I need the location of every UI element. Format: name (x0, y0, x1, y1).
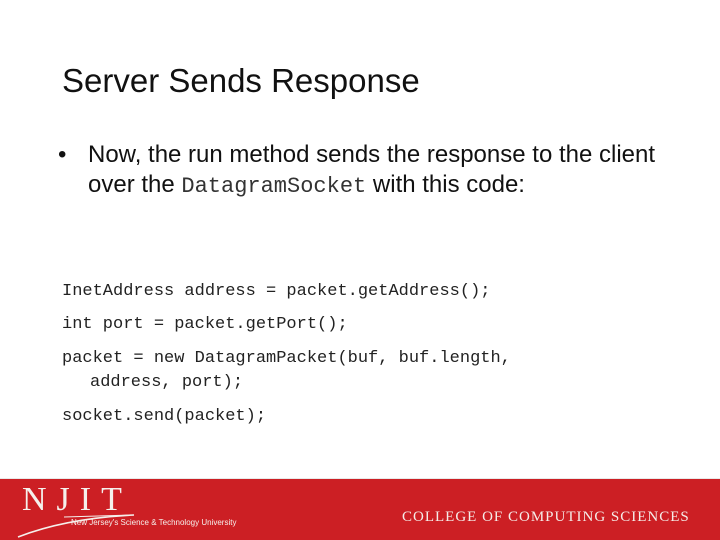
slide: Server Sends Response • Now, the run met… (0, 0, 720, 540)
footer-bar: NJIT New Jersey's Science & Technology U… (0, 479, 720, 540)
code-block: InetAddress address = packet.getAddress(… (62, 281, 662, 439)
code-line-continuation: address, port); (90, 373, 244, 392)
bullet-marker: • (58, 141, 67, 168)
njit-logo: NJIT New Jersey's Science & Technology U… (14, 479, 274, 540)
logo-letters: NJIT (22, 481, 132, 518)
bullet-item: • Now, the run method sends the response… (58, 140, 658, 202)
inline-code-term: DatagramSocket (181, 174, 367, 199)
code-line: InetAddress address = packet.getAddress(… (62, 282, 491, 301)
code-line: socket.send(packet); (62, 407, 267, 426)
logo-tagline: New Jersey's Science & Technology Univer… (71, 518, 237, 527)
bullet-text-after: with this code: (366, 171, 525, 198)
code-line: packet = new DatagramPacket(buf, buf.len… (62, 349, 511, 368)
college-name: COLLEGE OF COMPUTING SCIENCES (402, 509, 690, 525)
slide-title: Server Sends Response (62, 62, 420, 99)
code-line: int port = packet.getPort(); (62, 315, 348, 334)
bullet-text: Now, the run method sends the response t… (88, 140, 658, 202)
